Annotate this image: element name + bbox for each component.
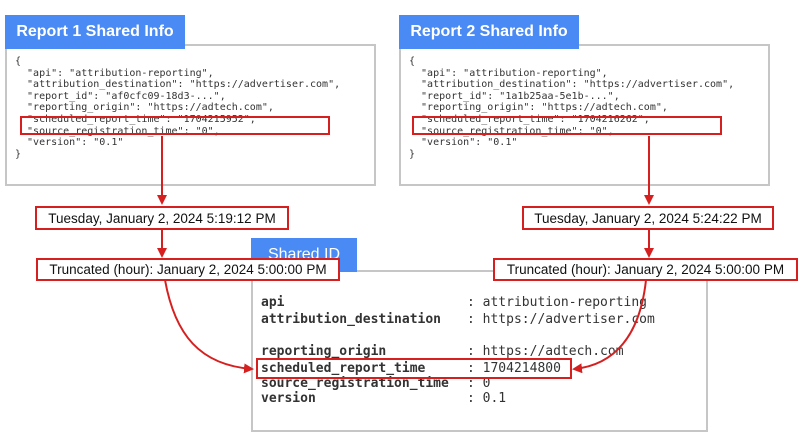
arrow-truncated2-to-shared bbox=[572, 279, 647, 374]
report2-truncated: Truncated (hour): January 2, 2024 5:00:0… bbox=[493, 258, 798, 281]
report2-date: Tuesday, January 2, 2024 5:24:22 PM bbox=[522, 206, 774, 230]
report1-truncated: Truncated (hour): January 2, 2024 5:00:0… bbox=[36, 258, 340, 281]
report1-date: Tuesday, January 2, 2024 5:19:12 PM bbox=[35, 206, 289, 230]
arrow-truncated1-to-shared bbox=[164, 279, 254, 374]
